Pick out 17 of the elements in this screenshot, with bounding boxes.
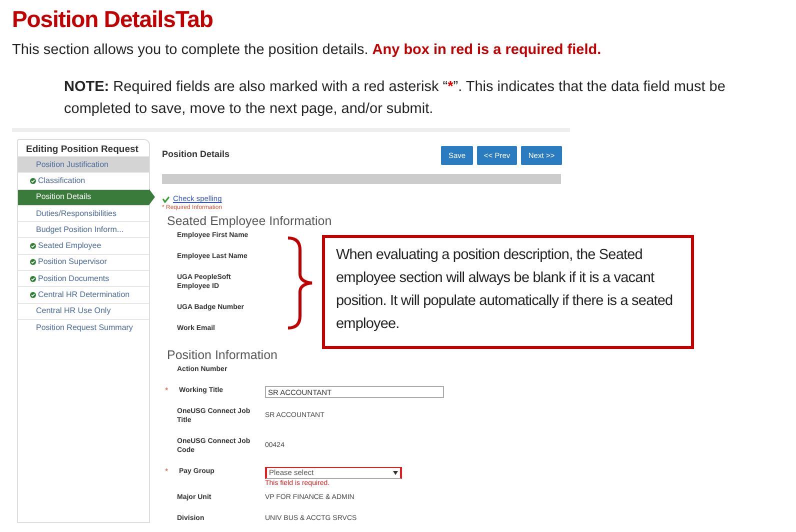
sidebar-item[interactable]: Position Justification [18, 156, 149, 172]
sidebar-item[interactable]: Position Details [18, 188, 149, 205]
required-asterisk: * [164, 386, 170, 395]
note-text: NOTE: Required fields are also marked with a red asterisk “*”. This indicates that the data field must be completed to save, move to the next page, and/or submit. [64, 78, 726, 119]
callout-box: When evaluating a position description, the Seated employee section will always be blank if it is a vacant position. It will populate automatically if there is a seated employee. [322, 235, 694, 349]
page-title: Position Details [162, 148, 230, 161]
section-title: Seated Employee Information [167, 213, 333, 229]
intro-text: This section allows you to complete the position details. [12, 42, 370, 58]
caret-icon [393, 471, 398, 475]
page-heading: Position DetailsTab [12, 5, 213, 34]
sidebar-item[interactable]: Budget Position Inform... [18, 221, 149, 238]
spellcheck-icon [162, 196, 170, 202]
sidebar-title: Editing Position Request [25, 143, 140, 156]
sidebar-item[interactable]: Position Documents [18, 270, 149, 286]
required-asterisk: * [164, 467, 170, 476]
section-title: Position Information [167, 347, 278, 363]
required-field-note: Any box in red is a required field. [372, 42, 602, 58]
